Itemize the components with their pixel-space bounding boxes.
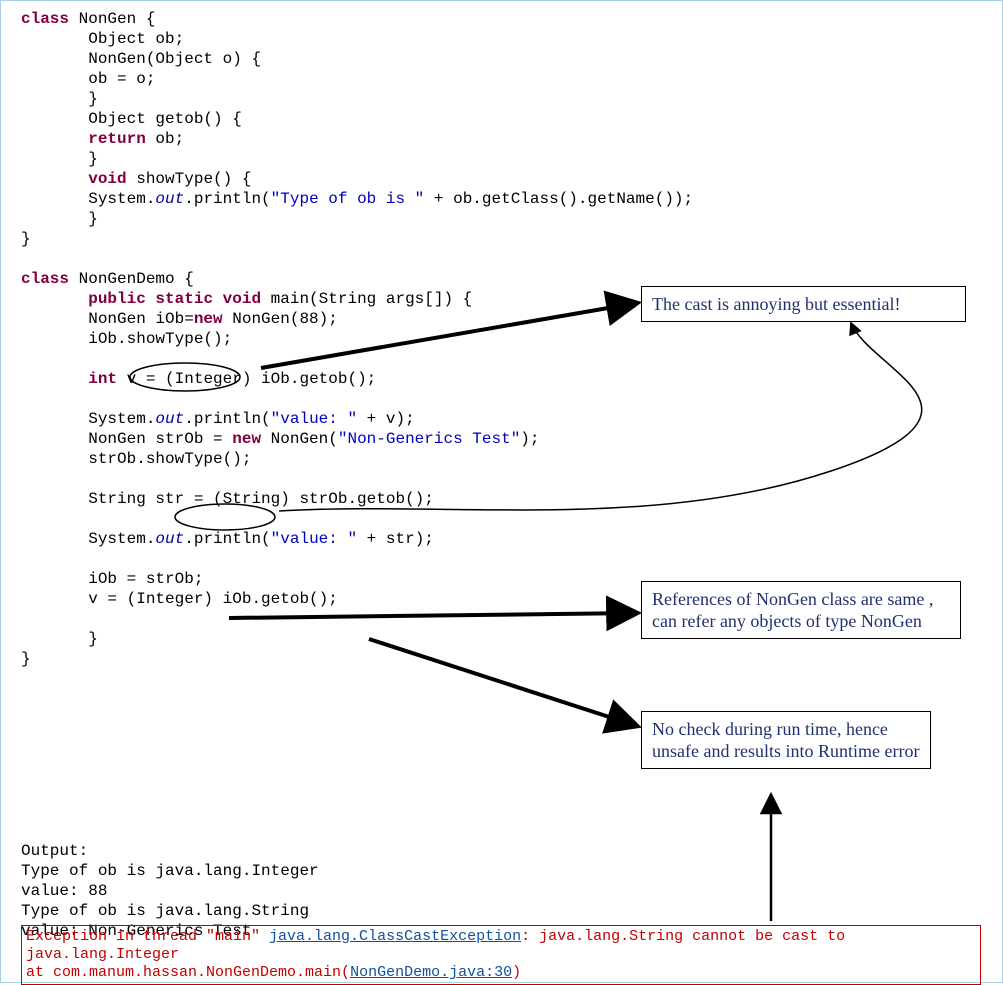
code-text: NonGenDemo { bbox=[69, 270, 194, 288]
code-text: + v); bbox=[357, 410, 415, 428]
annotation-references: References of NonGen class are same , ca… bbox=[641, 581, 961, 639]
code-text: NonGen(Object o) { bbox=[21, 50, 261, 68]
code-text: Object ob; bbox=[21, 30, 184, 48]
static-out: out bbox=[155, 530, 184, 548]
code-text: } bbox=[21, 150, 98, 168]
kw-new: new bbox=[232, 430, 261, 448]
kw-return: return bbox=[88, 130, 146, 148]
code-text: System. bbox=[21, 410, 155, 428]
code-text: .println( bbox=[184, 530, 270, 548]
code-text: v = (Integer) iOb.getob(); bbox=[21, 590, 338, 608]
code-text: NonGen(88); bbox=[223, 310, 338, 328]
kw-class: class bbox=[21, 10, 69, 28]
code-text: v = (Integer) iOb.getob(); bbox=[117, 370, 376, 388]
code-text: } bbox=[21, 650, 31, 668]
error-prefix: Exception in thread "main" bbox=[26, 928, 269, 945]
error-at: at com.manum.hassan.NonGenDemo.main( bbox=[26, 964, 350, 981]
annotation-runtime-error: No check during run time, hence unsafe a… bbox=[641, 711, 931, 769]
static-out: out bbox=[155, 190, 184, 208]
kw-new: new bbox=[194, 310, 223, 328]
code-text: + str); bbox=[357, 530, 434, 548]
code-block: class NonGen { Object ob; NonGen(Object … bbox=[21, 9, 981, 669]
code-text: iOb = strOb; bbox=[21, 570, 203, 588]
string-lit: "Non-Generics Test" bbox=[338, 430, 520, 448]
kw-psv: public static void bbox=[88, 290, 261, 308]
code-text: .println( bbox=[184, 190, 270, 208]
code-text: ); bbox=[520, 430, 539, 448]
output-line: Type of ob is java.lang.Integer bbox=[21, 862, 319, 880]
string-lit: "value: " bbox=[271, 410, 357, 428]
code-text: Object getob() { bbox=[21, 110, 242, 128]
document-page: class NonGen { Object ob; NonGen(Object … bbox=[0, 0, 1003, 983]
output-line: value: 88 bbox=[21, 882, 107, 900]
error-class-link: java.lang.ClassCastException bbox=[269, 928, 521, 945]
string-lit: "Type of ob is " bbox=[271, 190, 425, 208]
code-text: NonGen { bbox=[69, 10, 155, 28]
code-text: main(String args[]) { bbox=[261, 290, 472, 308]
code-text: .println( bbox=[184, 410, 270, 428]
code-text: NonGen iOb= bbox=[21, 310, 194, 328]
code-text: strOb.showType(); bbox=[21, 450, 251, 468]
code-text: } bbox=[21, 230, 31, 248]
code-text: } bbox=[21, 90, 98, 108]
error-end: ) bbox=[512, 964, 521, 981]
code-text: showType() { bbox=[127, 170, 252, 188]
code-text: String str = (String) strOb.getob(); bbox=[21, 490, 434, 508]
code-text: System. bbox=[21, 190, 155, 208]
string-lit: "value: " bbox=[271, 530, 357, 548]
code-text: } bbox=[21, 630, 98, 648]
kw-void: void bbox=[88, 170, 126, 188]
code-text: + ob.getClass().getName()); bbox=[424, 190, 693, 208]
annotation-cast: The cast is annoying but essential! bbox=[641, 286, 966, 322]
kw-int: int bbox=[88, 370, 117, 388]
code-text: NonGen( bbox=[261, 430, 338, 448]
kw-class: class bbox=[21, 270, 69, 288]
code-text: ob = o; bbox=[21, 70, 155, 88]
code-text: iOb.showType(); bbox=[21, 330, 232, 348]
code-text: NonGen strOb = bbox=[21, 430, 232, 448]
output-line: Type of ob is java.lang.String bbox=[21, 902, 309, 920]
error-box: Exception in thread "main" java.lang.Cla… bbox=[21, 925, 981, 985]
output-title: Output: bbox=[21, 842, 88, 860]
error-loc-link: NonGenDemo.java:30 bbox=[350, 964, 512, 981]
code-text: ob; bbox=[146, 130, 184, 148]
static-out: out bbox=[155, 410, 184, 428]
code-text: } bbox=[21, 210, 98, 228]
code-text: System. bbox=[21, 530, 155, 548]
